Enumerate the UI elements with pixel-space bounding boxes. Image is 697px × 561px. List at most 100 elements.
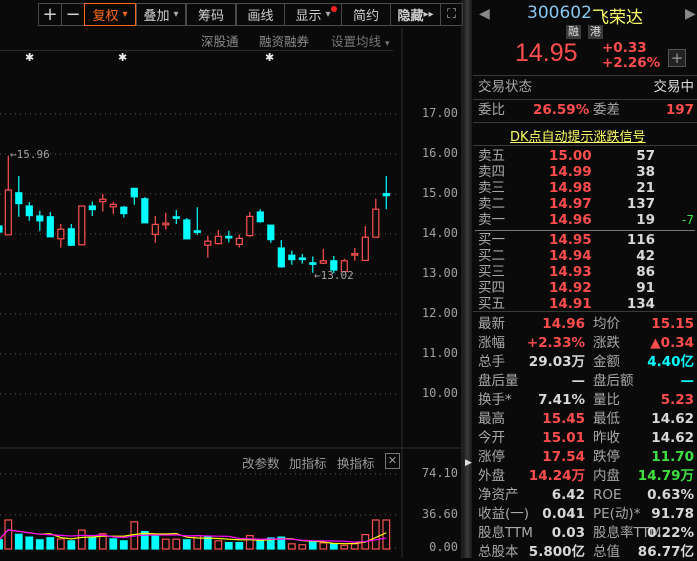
- ask-row[interactable]: 卖三 14.98 21: [473, 180, 697, 197]
- candle-body: [361, 236, 369, 261]
- stat-value: 6.42: [551, 487, 585, 503]
- ask-row[interactable]: 卖五 15.00 57: [473, 148, 697, 165]
- stat-row: 最新 14.96 均价 15.15: [473, 316, 697, 333]
- candle-body: [0, 225, 3, 233]
- candle[interactable]: [46, 212, 54, 238]
- volume-bar: [182, 539, 191, 550]
- bid-row[interactable]: 买四 14.92 91: [473, 280, 697, 297]
- collapse-arrow-icon[interactable]: ▶: [465, 458, 472, 468]
- volume-tick-label: 0.00: [429, 540, 458, 554]
- volume-bar: [25, 536, 34, 550]
- bid-label: 买三: [478, 264, 505, 280]
- candle[interactable]: [172, 210, 180, 224]
- candle[interactable]: [214, 230, 222, 245]
- candle[interactable]: [141, 197, 149, 224]
- candle-body: [193, 230, 201, 233]
- volume-tick-label: 36.60: [421, 507, 458, 521]
- bid-row[interactable]: 买一 14.95 116: [473, 232, 697, 249]
- add-watchlist-button[interactable]: +: [668, 49, 686, 67]
- volume-tick-label: 74.10: [421, 466, 458, 480]
- candle[interactable]: [319, 248, 327, 264]
- candle-body: [214, 235, 222, 245]
- candle-body: [120, 206, 128, 215]
- ask-change: -7: [682, 213, 694, 227]
- stat-value: 91.78: [651, 506, 694, 522]
- bid-row[interactable]: 买二 14.94 42: [473, 248, 697, 265]
- stat-row: 涨停 17.54 跌停 11.70: [473, 449, 697, 466]
- candle[interactable]: [361, 226, 369, 261]
- ask-label: 卖五: [478, 148, 505, 164]
- volume-bar: [151, 535, 160, 550]
- stat-value: ▲0.34: [650, 335, 694, 351]
- stat-value: 14.62: [651, 430, 694, 446]
- weibi-label: 委比: [478, 102, 505, 118]
- stat-value: 17.54: [542, 449, 585, 465]
- candle[interactable]: [25, 202, 33, 221]
- candle[interactable]: [225, 230, 233, 243]
- candle[interactable]: [4, 155, 12, 236]
- stat-value: —: [680, 373, 695, 389]
- candle[interactable]: [67, 224, 75, 246]
- candle-body: [382, 193, 390, 197]
- add-indicator-button[interactable]: 加指标: [289, 453, 327, 472]
- candle-body: [256, 211, 264, 223]
- candle[interactable]: [256, 209, 264, 223]
- candle[interactable]: [0, 224, 3, 234]
- candle[interactable]: [78, 205, 86, 246]
- candle[interactable]: [235, 234, 243, 248]
- candle[interactable]: [130, 187, 138, 205]
- candle[interactable]: [372, 198, 380, 238]
- candle-body: [277, 247, 285, 268]
- volume-bar: [203, 536, 212, 550]
- candle[interactable]: [204, 235, 212, 258]
- ask-row[interactable]: 卖二 14.97 137: [473, 196, 697, 213]
- ask-row[interactable]: 卖一 14.96 19 -7: [473, 212, 697, 229]
- candle[interactable]: [246, 212, 254, 237]
- candle[interactable]: [351, 248, 359, 261]
- volume-bar: [298, 544, 307, 550]
- stat-row: 盘后量 — 盘后额 —: [473, 373, 697, 390]
- price-tick-label: 11.00: [421, 346, 458, 360]
- candle[interactable]: [298, 254, 306, 264]
- candle[interactable]: [120, 206, 128, 218]
- ask-row[interactable]: 卖四 14.99 38: [473, 164, 697, 181]
- price-tick-label: 12.00: [421, 306, 458, 320]
- stat-row: 换手* 7.41% 量比 5.23: [473, 392, 697, 409]
- stat-label: 金额: [593, 354, 620, 370]
- ask-volume: 137: [626, 196, 655, 212]
- stat-value: 86.77亿: [637, 544, 694, 560]
- candle[interactable]: [151, 216, 159, 243]
- candle[interactable]: [193, 207, 201, 235]
- quote-panel: ◀ ▶ 300602 飞荣达 融 港 14.95 +0.33 +2.26% + …: [473, 0, 697, 560]
- stat-value: 15.45: [542, 411, 585, 427]
- candle[interactable]: [382, 176, 390, 210]
- weicha-label: 委差: [593, 102, 620, 118]
- stat-label: 总手: [478, 354, 505, 370]
- candle[interactable]: [109, 202, 117, 214]
- bid-label: 买二: [478, 248, 505, 264]
- switch-indicator-button[interactable]: 换指标: [337, 453, 375, 472]
- bid-price: 14.94: [549, 248, 592, 264]
- candle[interactable]: [277, 240, 285, 268]
- ask-label: 卖三: [478, 180, 505, 196]
- close-indicator-button[interactable]: ✕: [385, 453, 400, 469]
- candle[interactable]: [88, 201, 96, 216]
- volume-bar: [46, 537, 55, 550]
- panel-splitter[interactable]: [463, 0, 472, 558]
- bid-row[interactable]: 买三 14.93 86: [473, 264, 697, 281]
- stat-value: 14.62: [651, 411, 694, 427]
- candle[interactable]: [36, 210, 44, 231]
- dk-signal-link[interactable]: DK点自动提示涨跌信号: [510, 126, 646, 145]
- close-icon: ✕: [387, 454, 398, 467]
- change-params-button[interactable]: 改参数: [242, 453, 280, 472]
- next-stock-arrow-icon[interactable]: ▶: [685, 6, 696, 22]
- candle[interactable]: [162, 212, 170, 230]
- candle[interactable]: [288, 250, 296, 265]
- candle[interactable]: [99, 194, 107, 212]
- candle-body: [4, 189, 12, 236]
- candle[interactable]: [57, 224, 65, 248]
- candle[interactable]: [267, 224, 275, 243]
- candle[interactable]: [183, 218, 191, 240]
- prev-stock-arrow-icon[interactable]: ◀: [479, 6, 490, 22]
- candle[interactable]: [15, 176, 23, 217]
